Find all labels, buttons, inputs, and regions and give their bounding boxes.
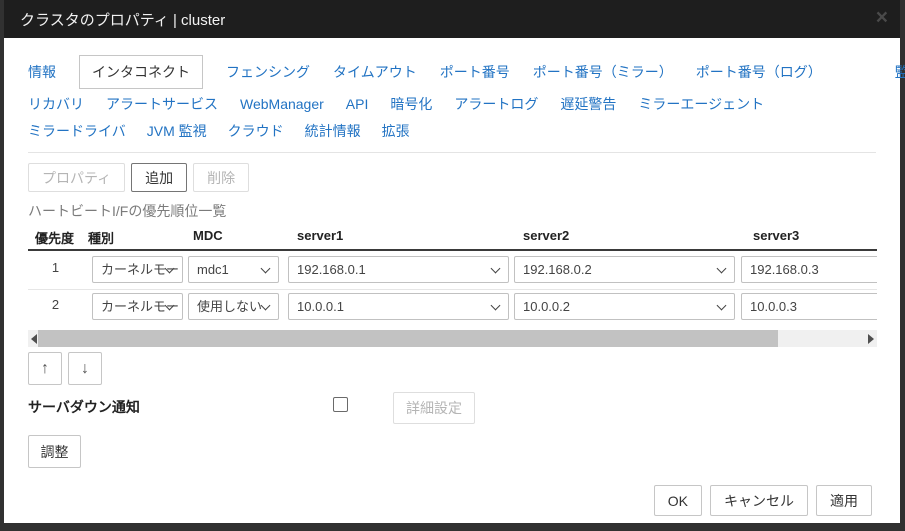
tab-alert-service[interactable]: アラートサービス (106, 94, 218, 114)
tab-row-2: リカバリ アラートサービス WebManager API 暗号化 アラートログ … (28, 94, 764, 114)
tab-mirror-driver[interactable]: ミラードライバ (28, 121, 126, 141)
type-select-row2[interactable]: カーネルモード (92, 293, 183, 320)
server3-select-row1[interactable]: 192.168.0.3 (741, 256, 877, 283)
server1-select-row1[interactable]: 192.168.0.1 (288, 256, 509, 283)
priority-cell: 1 (28, 260, 83, 275)
priority-move-buttons: ↑ ↓ (28, 352, 102, 385)
tab-mirror-agent[interactable]: ミラーエージェント (638, 94, 764, 114)
tab-row-1: 情報 インタコネクト フェンシング タイムアウト ポート番号 ポート番号（ミラー… (28, 56, 905, 88)
tab-extension[interactable]: 拡張 (382, 121, 410, 141)
add-button[interactable]: 追加 (131, 163, 187, 192)
horizontal-scrollbar[interactable] (28, 330, 877, 347)
col-header-server2: server2 (523, 228, 569, 243)
cluster-properties-dialog: クラスタのプロパティ | cluster × 情報 インタコネクト フェンシング… (4, 0, 900, 523)
tab-delay-warning[interactable]: 遅延警告 (560, 94, 616, 114)
mdc-select-row2[interactable]: 使用しない (188, 293, 279, 320)
tab-recovery[interactable]: リカバリ (28, 94, 84, 114)
server-down-notify-checkbox[interactable] (333, 397, 348, 412)
remove-button[interactable]: 削除 (193, 163, 249, 192)
scroll-right-icon[interactable] (868, 334, 874, 344)
header-underline (28, 249, 877, 251)
server-down-settings-button[interactable]: 詳細設定 (393, 392, 475, 424)
tab-port-mirror[interactable]: ポート番号（ミラー） (533, 62, 673, 82)
apply-button[interactable]: 適用 (816, 485, 872, 516)
col-header-mdc: MDC (193, 228, 223, 243)
tab-statistics[interactable]: 統計情報 (305, 121, 361, 141)
col-header-priority: 優先度 (35, 228, 74, 247)
dialog-title: クラスタのプロパティ | cluster (20, 9, 225, 30)
server2-select-row1[interactable]: 192.168.0.2 (514, 256, 735, 283)
server3-select-row2[interactable]: 10.0.0.3 (741, 293, 877, 320)
mdc-select-row1[interactable]: mdc1 (188, 256, 279, 283)
col-header-type: 種別 (88, 228, 114, 247)
scrollbar-thumb[interactable] (38, 330, 778, 347)
server-down-notify-label: サーバダウン通知 (28, 397, 140, 417)
type-select-row1[interactable]: カーネルモード (92, 256, 183, 283)
tab-port[interactable]: ポート番号 (440, 62, 510, 82)
tab-port-log[interactable]: ポート番号（ログ） (696, 62, 822, 82)
dialog-titlebar: クラスタのプロパティ | cluster × (4, 0, 900, 38)
tune-button[interactable]: 調整 (28, 435, 81, 468)
ok-button[interactable]: OK (654, 485, 702, 516)
properties-button[interactable]: プロパティ (28, 163, 125, 192)
row-separator (28, 289, 877, 290)
priority-cell: 2 (28, 297, 83, 312)
tab-webmanager[interactable]: WebManager (240, 96, 324, 112)
tab-cloud[interactable]: クラウド (228, 121, 284, 141)
tab-alert-log[interactable]: アラートログ (454, 94, 538, 114)
heartbeat-table: 優先度 種別 MDC server1 server2 server3 1 カーネ… (28, 228, 877, 328)
close-icon[interactable]: × (876, 6, 888, 30)
scroll-left-icon[interactable] (31, 334, 37, 344)
tab-api[interactable]: API (346, 96, 369, 112)
tab-fencing[interactable]: フェンシング (226, 62, 310, 82)
tab-info[interactable]: 情報 (28, 62, 56, 82)
col-header-server3: server3 (753, 228, 799, 243)
tab-row-3: ミラードライバ JVM 監視 クラウド 統計情報 拡張 (28, 121, 410, 141)
cancel-button[interactable]: キャンセル (710, 485, 808, 516)
move-down-button[interactable]: ↓ (68, 352, 102, 385)
tabs-divider (28, 152, 876, 153)
dialog-footer: OK キャンセル 適用 (654, 485, 872, 516)
heartbeat-toolbar: プロパティ 追加 削除 (28, 163, 249, 192)
tab-timeout[interactable]: タイムアウト (333, 62, 417, 82)
heartbeat-list-title: ハートビートI/Fの優先順位一覧 (28, 201, 226, 221)
tab-monitor[interactable]: 監視 (895, 62, 905, 82)
move-up-button[interactable]: ↑ (28, 352, 62, 385)
tab-interconnect[interactable]: インタコネクト (79, 55, 203, 89)
col-header-server1: server1 (297, 228, 343, 243)
server2-select-row2[interactable]: 10.0.0.2 (514, 293, 735, 320)
tab-jvm-monitor[interactable]: JVM 監視 (147, 121, 207, 141)
tab-encryption[interactable]: 暗号化 (390, 94, 432, 114)
server1-select-row2[interactable]: 10.0.0.1 (288, 293, 509, 320)
